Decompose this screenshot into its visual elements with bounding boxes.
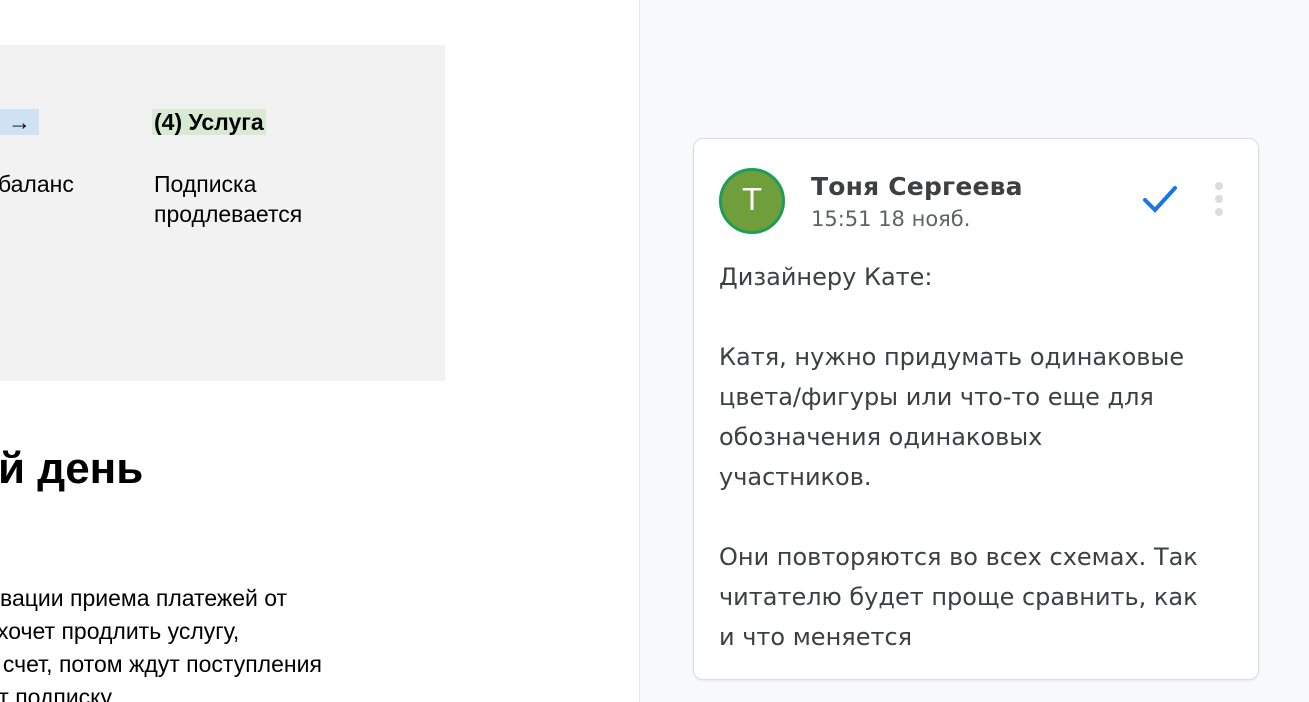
comment-text: Дизайнеру Кате: Катя, нужно придумать од… [719, 257, 1239, 657]
comment-line: цвета/фигуры или что-то еще для [719, 383, 1154, 411]
comment-author: Тоня Сергеева [811, 172, 1023, 201]
comment-line: обозначения одинаковых [719, 423, 1043, 451]
table-header-service: (4) Услуга [152, 109, 266, 135]
body-paragraph: вации приема платежей от хочет продлить … [0, 582, 632, 702]
table-cell-arrow: → [0, 109, 39, 135]
table-cell-subscription: Подписка продлевается [154, 169, 354, 229]
table-cell-balance: баланс [0, 171, 74, 197]
paragraph-line: от подписку [0, 684, 112, 702]
more-vertical-icon [1215, 182, 1223, 190]
paragraph-line: хочет продлить услугу, [0, 618, 240, 644]
avatar: Т [719, 168, 785, 234]
comment-line [719, 297, 1239, 337]
comment-line [719, 497, 1239, 537]
table-cell-line: продлевается [154, 201, 303, 227]
comment-line: и что меняется [719, 623, 913, 651]
comment-line: Дизайнеру Кате: [719, 263, 933, 291]
paragraph-line: т счет, потом ждут поступления [0, 651, 322, 677]
section-heading: й день [0, 444, 144, 493]
comment-line: Они повторяются во всех схемах. Так [719, 543, 1198, 571]
paragraph-line: вации приема платежей от [0, 585, 288, 611]
resolve-button[interactable] [1138, 179, 1182, 219]
comment-line: участников. [719, 463, 872, 491]
more-options-button[interactable] [1208, 179, 1230, 219]
comment-timestamp[interactable]: 15:51 18 нояб. [811, 207, 970, 231]
comment-line: Катя, нужно придумать одинаковые [719, 343, 1185, 371]
comments-panel: Т Тоня Сергеева 15:51 18 нояб. Дизайнеру… [639, 0, 1309, 702]
document-area: → (4) Услуга баланс Подписка продлеваетс… [0, 0, 640, 702]
checkmark-icon [1143, 186, 1177, 213]
comment-card[interactable]: Т Тоня Сергеева 15:51 18 нояб. Дизайнеру… [693, 138, 1259, 680]
comment-line: читателю будет проще сравнить, как [719, 583, 1198, 611]
table-cell-line: Подписка [154, 171, 257, 197]
